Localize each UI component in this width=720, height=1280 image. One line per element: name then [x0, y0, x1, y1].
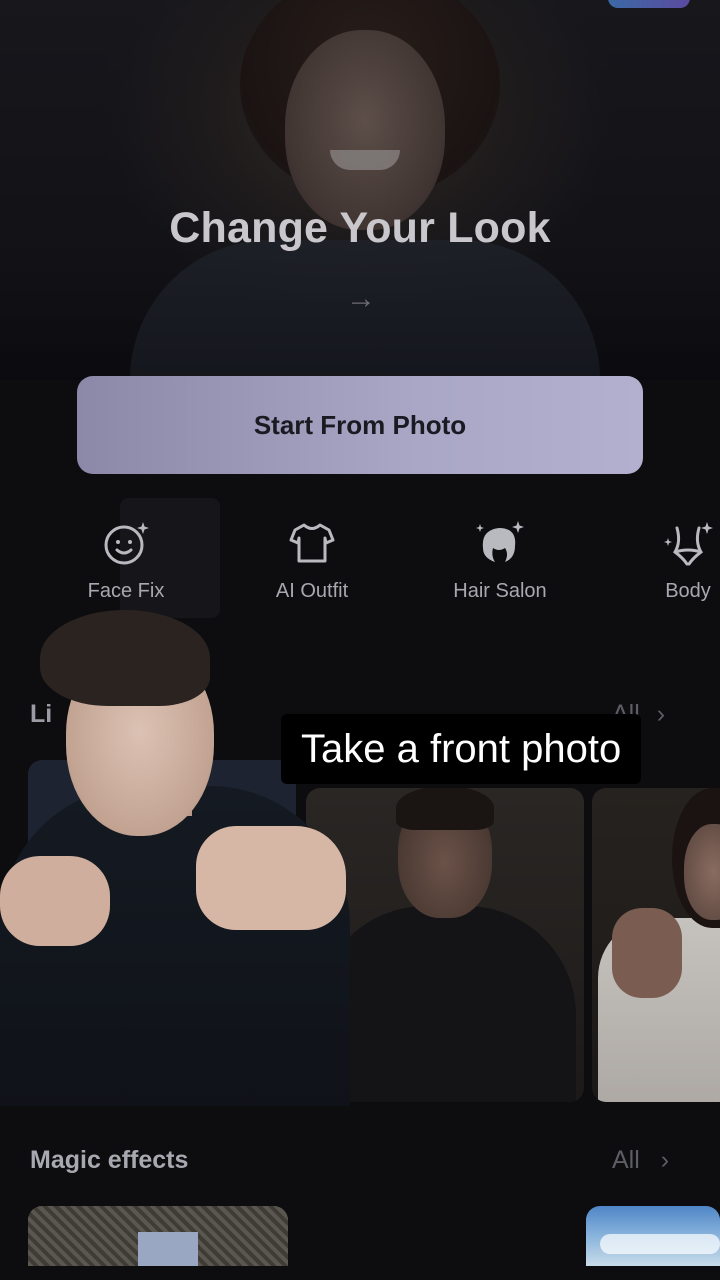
hero-banner[interactable] — [0, 0, 720, 380]
face-sparkle-icon — [104, 522, 149, 565]
hero-overlay — [0, 0, 720, 380]
card-man-hair — [396, 788, 494, 830]
body-sparkle-icon — [664, 522, 713, 566]
presenter-video-overlay — [0, 606, 350, 1106]
chevron-right-icon: › — [656, 700, 666, 728]
tool-hair-salon-label: Hair Salon — [453, 580, 547, 602]
card-woman-hands — [612, 908, 682, 998]
hair-sparkle-icon — [476, 521, 524, 562]
tool-body[interactable]: Body — [656, 518, 720, 618]
video-caption: Take a front photo — [281, 714, 642, 784]
tool-face-fix[interactable]: Face Fix — [78, 518, 174, 618]
magic-effects-all-link[interactable]: All › — [612, 1146, 669, 1175]
app-screen: Change Your Look → Start From Photo Face… — [0, 0, 720, 1280]
thumbnail-cloud — [600, 1234, 720, 1254]
thumbnail-window — [138, 1232, 198, 1266]
tool-ai-outfit[interactable]: AI Outfit — [262, 518, 362, 618]
section-magic-effects-title: Magic effects — [30, 1146, 189, 1174]
card-man-body — [316, 906, 576, 1102]
magic-effects-all-label: All — [612, 1146, 640, 1174]
chevron-right-icon: › — [660, 1146, 670, 1174]
tool-face-fix-label: Face Fix — [87, 580, 165, 602]
premium-badge[interactable] — [608, 0, 690, 8]
start-from-photo-button[interactable]: Start From Photo — [77, 376, 643, 474]
magic-effect-thumbnail[interactable] — [28, 1206, 288, 1266]
magic-effect-thumbnail[interactable] — [586, 1206, 720, 1266]
presenter-left-hand — [0, 856, 110, 946]
presenter-hair — [40, 610, 210, 706]
tshirt-icon — [289, 523, 335, 563]
tool-hair-salon[interactable]: Hair Salon — [440, 518, 560, 618]
tool-ai-outfit-label: AI Outfit — [275, 580, 349, 602]
presenter-right-hand — [196, 826, 346, 930]
hero-title: Change Your Look — [169, 204, 551, 252]
style-card[interactable] — [592, 788, 720, 1102]
tool-body-label: Body — [665, 580, 711, 602]
arrow-right-icon[interactable]: → — [344, 284, 378, 314]
